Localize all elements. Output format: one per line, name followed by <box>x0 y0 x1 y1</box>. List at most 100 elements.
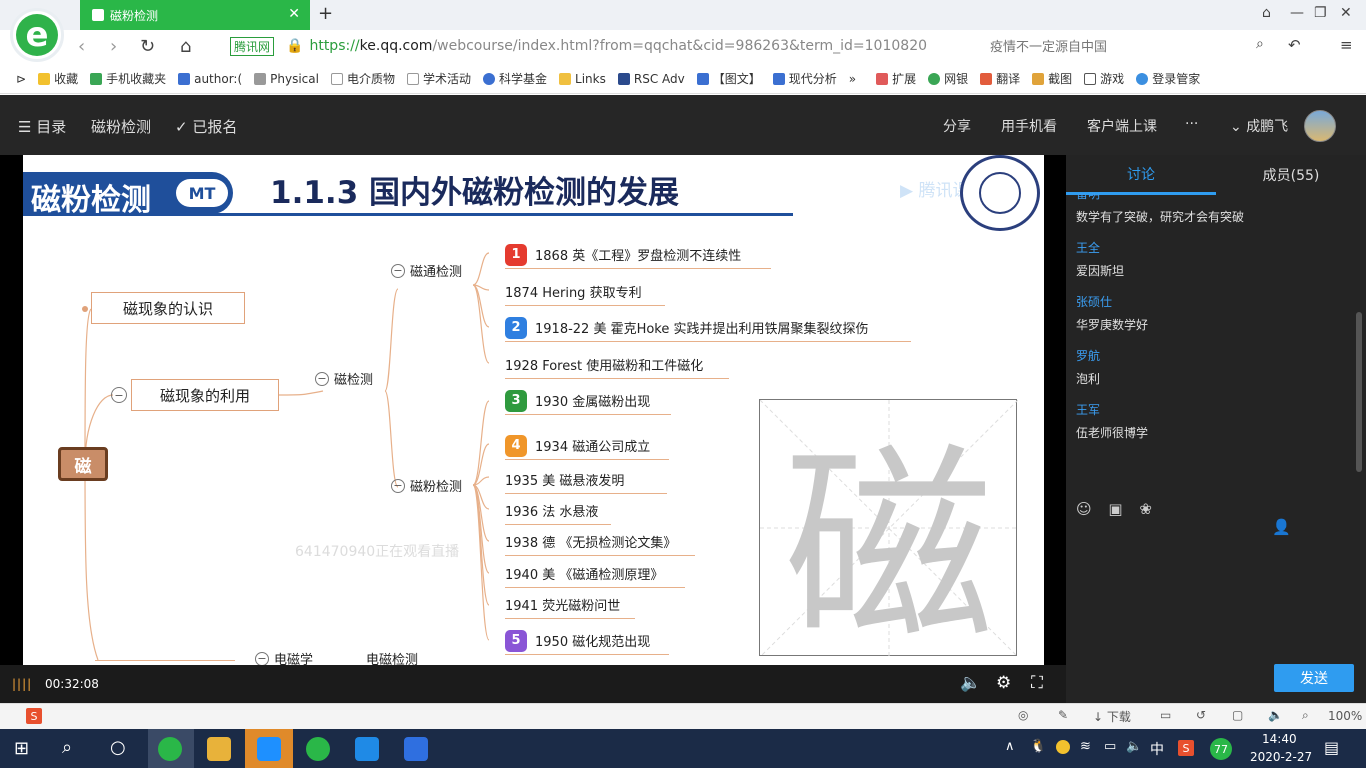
wifi-icon[interactable]: ≋ <box>1080 739 1091 754</box>
chat-scrollbar[interactable] <box>1356 312 1362 472</box>
battery-icon[interactable]: ▭ <box>1104 739 1116 754</box>
back-button[interactable]: ‹ <box>78 36 85 57</box>
cortana-icon[interactable]: ○ <box>110 737 126 758</box>
bank-button[interactable]: 网银 <box>928 70 968 87</box>
search-icon[interactable]: ⌕ <box>1256 36 1264 52</box>
zoom-level[interactable]: 100% <box>1328 709 1362 723</box>
bookmark-item[interactable]: 学术活动 <box>407 70 471 87</box>
client-class-button[interactable]: 客户端上课 <box>1087 116 1157 136</box>
sogou-tray-icon[interactable]: S <box>1178 740 1194 756</box>
qq-app-icon[interactable] <box>257 737 281 761</box>
send-button[interactable]: 发送 <box>1274 664 1354 692</box>
timeline-item: 1 1868 英《工程》罗盘检测不连续性 <box>505 241 771 269</box>
character-grid-box: 磁 <box>759 399 1018 665</box>
bookmark-folder[interactable]: Links <box>559 72 606 86</box>
rsc-icon <box>617 72 630 85</box>
more-options-button[interactable]: ··· <box>1185 116 1198 132</box>
download-button[interactable]: ↓ 下载 <box>1093 708 1131 725</box>
image-icon[interactable]: ▣ <box>1108 500 1122 518</box>
home-button[interactable]: ⌂ <box>180 36 191 57</box>
clock-date[interactable]: 2020-2-27 <box>1250 750 1312 764</box>
user-menu[interactable]: ⌄ 成鹏飞 <box>1230 116 1288 136</box>
bookmark-item[interactable]: 科学基金 <box>483 70 547 87</box>
clock-time[interactable]: 14:40 <box>1262 732 1297 746</box>
window-icon[interactable]: ▢ <box>1232 708 1243 722</box>
browser-tab-active[interactable]: 磁粉检测 ✕ <box>80 0 310 30</box>
close-window-button[interactable]: ✕ <box>1340 5 1352 21</box>
collapse-icon: − <box>111 387 127 403</box>
bookmark-item[interactable]: Physical <box>254 72 319 86</box>
watch-on-phone-button[interactable]: 用手机看 <box>1001 116 1057 136</box>
tab-discussion[interactable]: 讨论 <box>1066 155 1216 195</box>
login-manager-button[interactable]: 登录管家 <box>1136 70 1200 87</box>
viewer-notice: 641470940正在观看直播 <box>295 544 460 560</box>
share-button[interactable]: 分享 <box>943 116 971 136</box>
search-input[interactable]: 疫情不一定源自中国 <box>990 36 1107 55</box>
tray-arrow-icon[interactable]: ∧ <box>1005 739 1015 754</box>
games-button[interactable]: 游戏 <box>1084 70 1124 87</box>
bookmark-item[interactable]: author:( <box>178 72 242 86</box>
list-item: 王军 伍老师很博学 <box>1076 403 1149 440</box>
settings-gear-icon[interactable]: ⚙ <box>996 673 1011 693</box>
mute-icon[interactable]: 🔈 <box>1268 708 1283 722</box>
word-icon[interactable] <box>404 737 428 761</box>
close-tab-icon[interactable]: ✕ <box>288 6 300 22</box>
sogou-icon[interactable]: S <box>26 708 42 724</box>
bookmark-favorites[interactable]: 收藏 <box>38 70 78 87</box>
page-icon[interactable]: ▭ <box>1160 708 1171 722</box>
avatar[interactable] <box>1304 110 1336 142</box>
refresh-icon[interactable]: ↺ <box>1196 708 1206 722</box>
tray-app-icon[interactable] <box>1056 740 1070 754</box>
tencent-class-app-icon[interactable] <box>355 737 379 761</box>
extensions-button[interactable]: 扩展 <box>876 70 916 87</box>
emoji-icon[interactable]: ☺ <box>1076 500 1092 518</box>
qq-tray-icon[interactable]: 🐧 <box>1030 739 1046 754</box>
tab-members[interactable]: 成员(55) <box>1216 155 1366 195</box>
progress-marker-icon[interactable]: |||| <box>12 677 32 691</box>
zoom-icon[interactable]: ⌕ <box>1302 708 1309 723</box>
new-tab-button[interactable]: + <box>318 3 333 24</box>
undo-icon[interactable]: ↶ <box>1288 36 1301 54</box>
maximize-button[interactable]: ❐ <box>1314 5 1327 21</box>
skin-icon[interactable]: ⌂ <box>1262 5 1271 21</box>
search-icon[interactable]: ⌕ <box>62 737 72 758</box>
windows-taskbar: ⊞ ⌕ ○ ∧ 🐧 ≋ ▭ 🔈 中 S 77 14:40 2020-2-27 ▤ <box>0 729 1366 768</box>
bookmark-item[interactable]: 【图文】 <box>696 70 761 87</box>
fullscreen-icon[interactable]: ⛶ <box>1031 673 1043 693</box>
volume-tray-icon[interactable]: 🔈 <box>1126 739 1142 754</box>
browser-status-bar: S ◎ ✎ ↓ 下载 ▭ ↺ ▢ 🔈 ⌕ 100% <box>0 703 1366 729</box>
globe-icon <box>483 72 496 85</box>
bookmark-item[interactable]: 现代分析 <box>772 70 837 87</box>
ime-indicator[interactable]: 中 <box>1150 739 1164 759</box>
menu-icon[interactable]: ≡ <box>1340 36 1353 54</box>
translate-button[interactable]: 翻译 <box>980 70 1020 87</box>
catalog-button[interactable]: ☰ 目录 <box>18 116 66 137</box>
slide: 磁粉检测 MT 1.1.3 国内外磁粉检测的发展 ▶ 腾讯课堂 磁 磁现象的认识… <box>23 155 1044 665</box>
file-explorer-icon[interactable] <box>207 737 231 761</box>
url-field[interactable]: 腾讯网 🔒 https:// ke.qq.com /webcourse/inde… <box>230 33 950 59</box>
pin-icon[interactable]: ✎ <box>1058 708 1068 722</box>
security-badge[interactable]: 77 <box>1210 738 1232 760</box>
refresh-button[interactable]: ↻ <box>140 36 155 57</box>
list-item: 雷明 数学有了突破，研究才会有突破 <box>1076 193 1245 224</box>
notification-icon[interactable]: ▤ <box>1324 738 1339 757</box>
bookmark-item[interactable]: 电介质物 <box>330 70 395 87</box>
more-bookmarks-icon[interactable]: » <box>849 72 856 86</box>
forward-button[interactable]: › <box>110 36 117 57</box>
bookmark-item[interactable]: RSC Adv <box>617 72 685 86</box>
status-icon[interactable]: ◎ <box>1018 708 1028 722</box>
page-icon <box>330 72 343 85</box>
phone-icon <box>90 72 103 85</box>
browser-app-icon[interactable] <box>158 737 182 761</box>
screenshot-button[interactable]: 截图 <box>1032 70 1072 87</box>
bookmark-item[interactable]: 手机收藏夹 <box>90 70 166 87</box>
windows-start-icon[interactable]: ⊞ <box>14 738 29 759</box>
user-icon[interactable]: 👤 <box>1272 518 1291 536</box>
url-scheme: https:// <box>309 38 360 54</box>
minimize-button[interactable]: — <box>1290 5 1304 21</box>
flower-icon[interactable]: ❀ <box>1139 500 1152 518</box>
browser-logo[interactable]: e <box>10 8 64 62</box>
wechat-icon[interactable] <box>306 737 330 761</box>
volume-icon[interactable]: 🔈 <box>960 673 981 693</box>
sidebar-toggle-icon[interactable]: ⊳ <box>16 72 26 86</box>
